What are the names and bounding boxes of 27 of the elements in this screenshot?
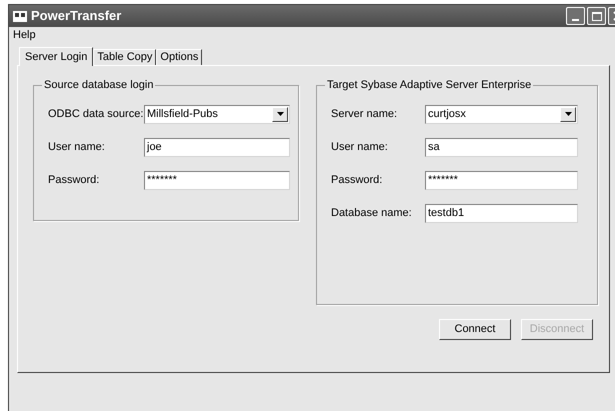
maximize-button[interactable] [587,7,606,25]
tab[interactable]: Server Login [19,47,94,66]
input-field[interactable]: joe [144,138,290,156]
field-label: User name: [48,140,106,155]
field-label: ODBC data source: [48,106,144,122]
field-label: User name: [331,140,389,155]
group-title: Target Sybase Adaptive Server Enterprise [325,78,534,92]
input-field[interactable]: testdb1 [425,204,578,222]
window-title: PowerTransfer [31,7,122,26]
field-label: Server name: [331,106,398,122]
dropdown-value: curtjosx [428,106,466,122]
menu-item[interactable]: Help [11,26,38,44]
input-field[interactable]: sa [425,138,578,156]
tab[interactable]: Table Copy [93,49,156,65]
dropdown[interactable]: Millsfield-Pubs [144,104,290,124]
app-icon [13,10,27,22]
connect-button[interactable]: Connect [439,319,511,340]
input-field[interactable]: ******* [425,170,578,190]
tab[interactable]: Options [156,49,202,65]
minimize-button[interactable] [566,7,585,25]
dropdown-value: Millsfield-Pubs [147,106,218,122]
field-label: Password: [331,172,384,188]
field-label: Database name: [331,206,413,221]
input-field[interactable]: ******* [144,170,290,190]
group-title: Source database login [42,78,156,92]
dropdown[interactable]: curtjosx [425,104,578,124]
field-label: Password: [48,172,100,188]
